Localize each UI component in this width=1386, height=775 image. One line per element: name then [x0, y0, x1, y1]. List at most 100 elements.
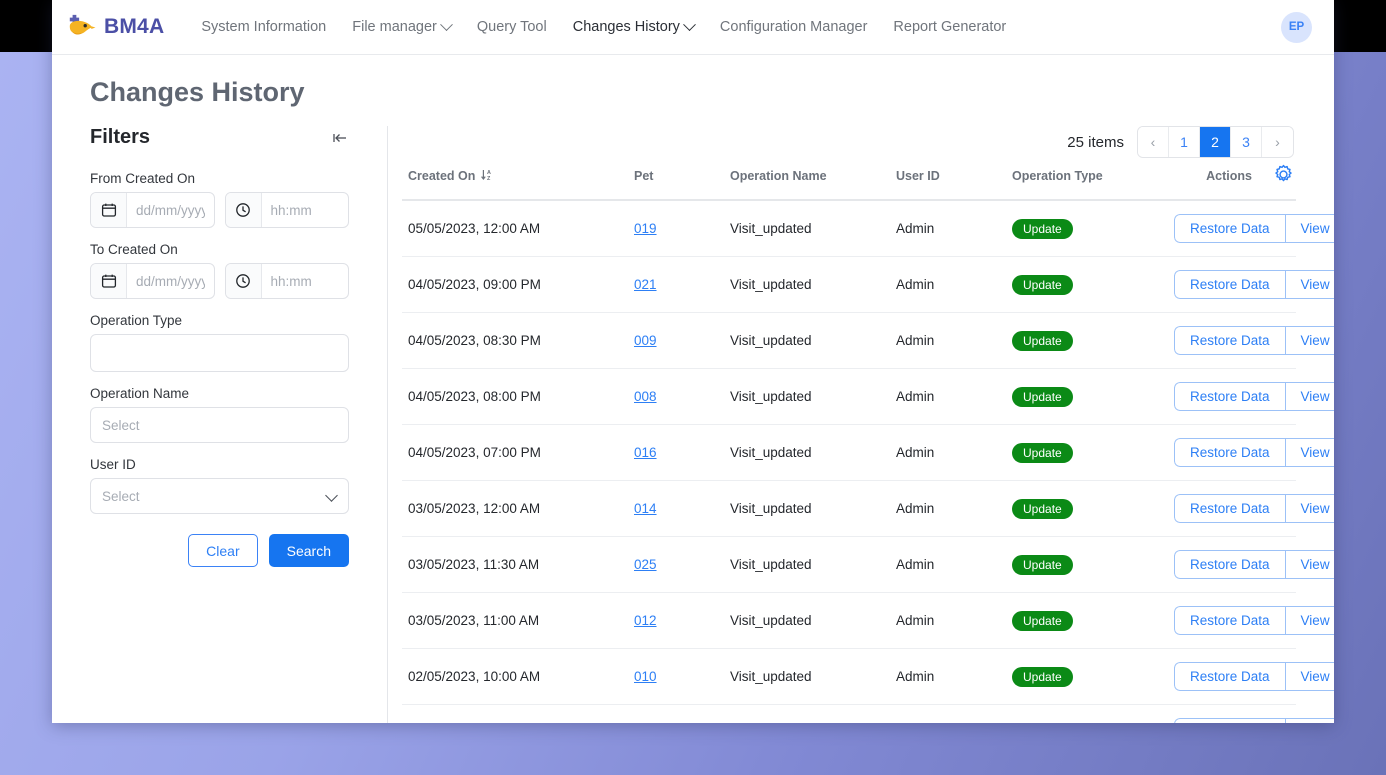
- restore-data-button[interactable]: Restore Data: [1174, 606, 1285, 635]
- top-navbar: BM4A System Information File manager Que…: [52, 0, 1334, 55]
- cell-operation-name: Visit_updated: [730, 424, 896, 481]
- bird-logo-icon: [66, 13, 96, 41]
- filters-title: Filters: [90, 126, 151, 148]
- from-created-on-date-input[interactable]: [127, 193, 214, 227]
- pagination-page-2[interactable]: 2: [1200, 127, 1231, 157]
- nav-item-label: Changes History: [572, 19, 680, 35]
- cell-pet: 016: [634, 424, 730, 481]
- cell-operation-type: Update: [1012, 200, 1174, 257]
- nav-item-changes-history[interactable]: Changes History: [560, 13, 707, 41]
- restore-data-button[interactable]: Restore Data: [1174, 438, 1285, 467]
- gear-icon[interactable]: [1273, 164, 1294, 185]
- pagination-page-3[interactable]: 3: [1231, 127, 1262, 157]
- cell-operation-name: Visit_updated: [730, 592, 896, 649]
- row-action-group: Restore Data View: [1174, 550, 1334, 579]
- table-toolbar: 25 items ‹ 1 2 3 ›: [402, 126, 1296, 158]
- table-row: 03/05/2023, 11:00 AM 012 Visit_updated A…: [402, 592, 1334, 649]
- calendar-icon[interactable]: [91, 264, 127, 298]
- nav-item-configuration-manager[interactable]: Configuration Manager: [707, 13, 881, 41]
- cell-created-on: 02/05/2023, 09:00 AM: [402, 704, 634, 723]
- page-body: Filters From Created On dd/mm/yyyy hh:mm…: [52, 126, 1334, 723]
- restore-data-button[interactable]: Restore Data: [1174, 662, 1285, 691]
- table-body: 05/05/2023, 12:00 AM 019 Visit_updated A…: [402, 200, 1334, 723]
- row-action-group: Restore Data View: [1174, 438, 1334, 467]
- cell-user-id: Admin: [896, 536, 1012, 593]
- view-button[interactable]: View: [1284, 214, 1334, 243]
- nav-item-report-generator[interactable]: Report Generator: [880, 13, 1019, 41]
- sort-descending-az-icon[interactable]: A Z: [480, 168, 494, 185]
- cell-actions: Restore Data View: [1174, 480, 1334, 537]
- restore-data-button[interactable]: Restore Data: [1174, 214, 1285, 243]
- view-button[interactable]: View: [1284, 326, 1334, 355]
- cell-user-id: Admin: [896, 424, 1012, 481]
- pet-link[interactable]: 021: [634, 277, 657, 292]
- view-button[interactable]: View: [1284, 494, 1334, 523]
- clock-icon[interactable]: [225, 193, 262, 227]
- clock-icon[interactable]: [225, 264, 262, 298]
- view-button[interactable]: View: [1284, 718, 1334, 723]
- nav-item-file-manager[interactable]: File manager: [339, 13, 464, 41]
- column-header-operation-name[interactable]: Operation Name: [730, 158, 896, 201]
- cell-operation-name: Visit_updated: [730, 536, 896, 593]
- restore-data-button[interactable]: Restore Data: [1174, 270, 1285, 299]
- restore-data-button[interactable]: Restore Data: [1174, 550, 1285, 579]
- cell-actions: Restore Data View: [1174, 312, 1334, 369]
- search-button[interactable]: Search: [268, 534, 349, 567]
- pagination-next[interactable]: ›: [1262, 127, 1293, 157]
- column-header-pet[interactable]: Pet: [634, 158, 730, 201]
- pagination-page-1[interactable]: 1: [1169, 127, 1200, 157]
- cell-actions: Restore Data View: [1174, 592, 1334, 649]
- view-button[interactable]: View: [1284, 270, 1334, 299]
- pet-link[interactable]: 025: [634, 557, 657, 572]
- cell-operation-name: Visit_updated: [730, 200, 896, 257]
- nav-item-query-tool[interactable]: Query Tool: [464, 13, 560, 41]
- column-header-operation-type[interactable]: Operation Type: [1012, 158, 1174, 201]
- pagination-prev[interactable]: ‹: [1138, 127, 1169, 157]
- brand-logo[interactable]: BM4A: [66, 13, 164, 41]
- operation-type-input[interactable]: [90, 334, 349, 372]
- pet-link[interactable]: 012: [634, 613, 657, 628]
- cell-user-id: Admin: [896, 200, 1012, 257]
- status-badge: Update: [1012, 442, 1073, 463]
- cell-created-on: 05/05/2023, 12:00 AM: [402, 200, 634, 257]
- clear-button[interactable]: Clear: [188, 534, 258, 567]
- view-button[interactable]: View: [1284, 438, 1334, 467]
- pet-link[interactable]: 008: [634, 389, 657, 404]
- view-button[interactable]: View: [1284, 662, 1334, 691]
- to-created-on-time-input[interactable]: [261, 264, 348, 298]
- column-header-created-on[interactable]: Created On A Z: [402, 158, 634, 201]
- column-header-user-id[interactable]: User ID: [896, 158, 1012, 201]
- view-button[interactable]: View: [1284, 606, 1334, 635]
- pagination: ‹ 1 2 3 ›: [1137, 126, 1294, 158]
- table-row: 04/05/2023, 07:00 PM 016 Visit_updated A…: [402, 424, 1334, 481]
- cell-operation-type: Update: [1012, 536, 1174, 593]
- restore-data-button[interactable]: Restore Data: [1174, 326, 1285, 355]
- pet-link[interactable]: 019: [634, 221, 657, 236]
- restore-data-button[interactable]: Restore Data: [1174, 494, 1285, 523]
- user-id-select[interactable]: [90, 478, 349, 514]
- cell-created-on: 02/05/2023, 10:00 AM: [402, 648, 634, 705]
- restore-data-button[interactable]: Restore Data: [1174, 382, 1285, 411]
- avatar[interactable]: EP: [1281, 11, 1312, 43]
- cell-actions: Restore Data View: [1174, 200, 1334, 257]
- view-button[interactable]: View: [1284, 382, 1334, 411]
- row-action-group: Restore Data View: [1174, 718, 1334, 723]
- pet-link[interactable]: 016: [634, 445, 657, 460]
- cell-actions: Restore Data View: [1174, 368, 1334, 425]
- pet-link[interactable]: 010: [634, 669, 657, 684]
- restore-data-button[interactable]: Restore Data: [1174, 718, 1285, 723]
- collapse-left-icon[interactable]: [331, 129, 349, 147]
- avatar-initials: EP: [1288, 21, 1305, 33]
- cell-user-id: Admin: [896, 480, 1012, 537]
- nav-item-system-information[interactable]: System Information: [188, 13, 339, 41]
- pet-link[interactable]: 009: [634, 333, 657, 348]
- from-created-on-time-input[interactable]: [261, 193, 348, 227]
- cell-pet: 025: [634, 536, 730, 593]
- column-header-settings: [1256, 158, 1296, 201]
- calendar-icon[interactable]: [91, 193, 127, 227]
- operation-name-select[interactable]: [90, 407, 349, 443]
- view-button[interactable]: View: [1284, 550, 1334, 579]
- to-created-on-date-input[interactable]: [127, 264, 214, 298]
- status-badge: Update: [1012, 722, 1073, 723]
- pet-link[interactable]: 014: [634, 501, 657, 516]
